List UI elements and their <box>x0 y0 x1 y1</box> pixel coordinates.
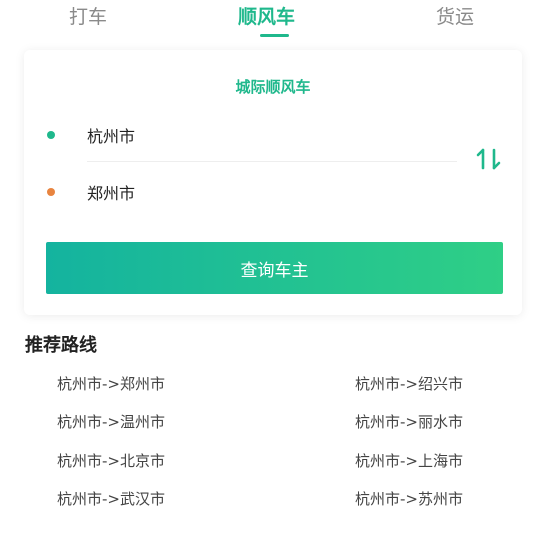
swap-arrows-icon[interactable] <box>474 144 504 174</box>
origin-city[interactable]: 杭州市 <box>87 123 135 147</box>
route-item[interactable]: 杭州市->上海市 <box>355 450 463 471</box>
route-item[interactable]: 杭州市->丽水市 <box>355 411 463 432</box>
origin-dot-icon <box>47 131 55 139</box>
intercity-card: 城际顺风车 杭州市 郑州市 查询车主 <box>24 50 522 315</box>
route-item[interactable]: 杭州市->温州市 <box>57 411 165 432</box>
active-tab-indicator <box>260 34 289 37</box>
recommend-title: 推荐路线 <box>25 335 97 356</box>
route-item[interactable]: 杭州市->郑州市 <box>57 373 165 394</box>
tab-ride-share[interactable]: 顺风车 <box>238 2 295 29</box>
top-tabs: 打车 顺风车 货运 <box>0 0 549 40</box>
route-item[interactable]: 杭州市->绍兴市 <box>355 373 463 394</box>
route-item[interactable]: 杭州市->北京市 <box>57 450 165 471</box>
route-item[interactable]: 杭州市->武汉市 <box>57 488 165 509</box>
tab-freight[interactable]: 货运 <box>436 2 474 29</box>
destination-city[interactable]: 郑州市 <box>87 180 135 204</box>
route-item[interactable]: 杭州市->苏州市 <box>355 488 463 509</box>
card-title: 城际顺风车 <box>235 78 311 96</box>
tab-taxi[interactable]: 打车 <box>69 2 107 29</box>
query-drivers-button[interactable]: 查询车主 <box>46 242 503 294</box>
divider <box>87 161 457 162</box>
destination-dot-icon <box>47 188 55 196</box>
